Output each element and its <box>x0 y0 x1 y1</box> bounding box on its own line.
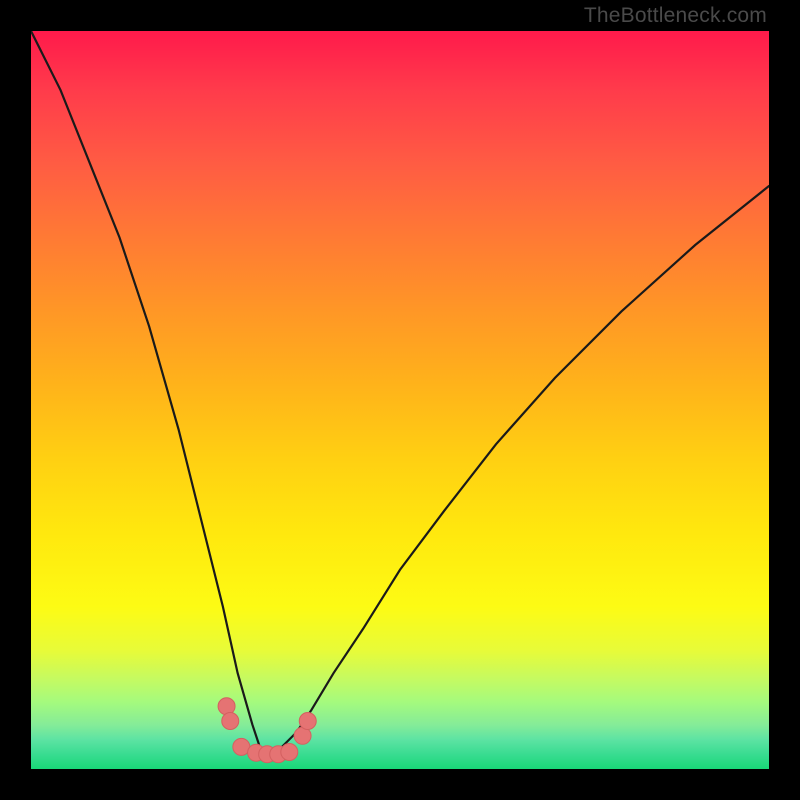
data-point <box>222 713 239 730</box>
data-point <box>299 713 316 730</box>
plot-area <box>31 31 769 769</box>
bottleneck-curve-line <box>31 31 769 754</box>
watermark-text: TheBottleneck.com <box>584 4 767 28</box>
data-point <box>218 698 235 715</box>
bottleneck-curve-svg <box>31 31 769 769</box>
data-points-group <box>218 698 316 763</box>
chart-frame: TheBottleneck.com <box>0 0 800 800</box>
data-point <box>281 744 298 761</box>
